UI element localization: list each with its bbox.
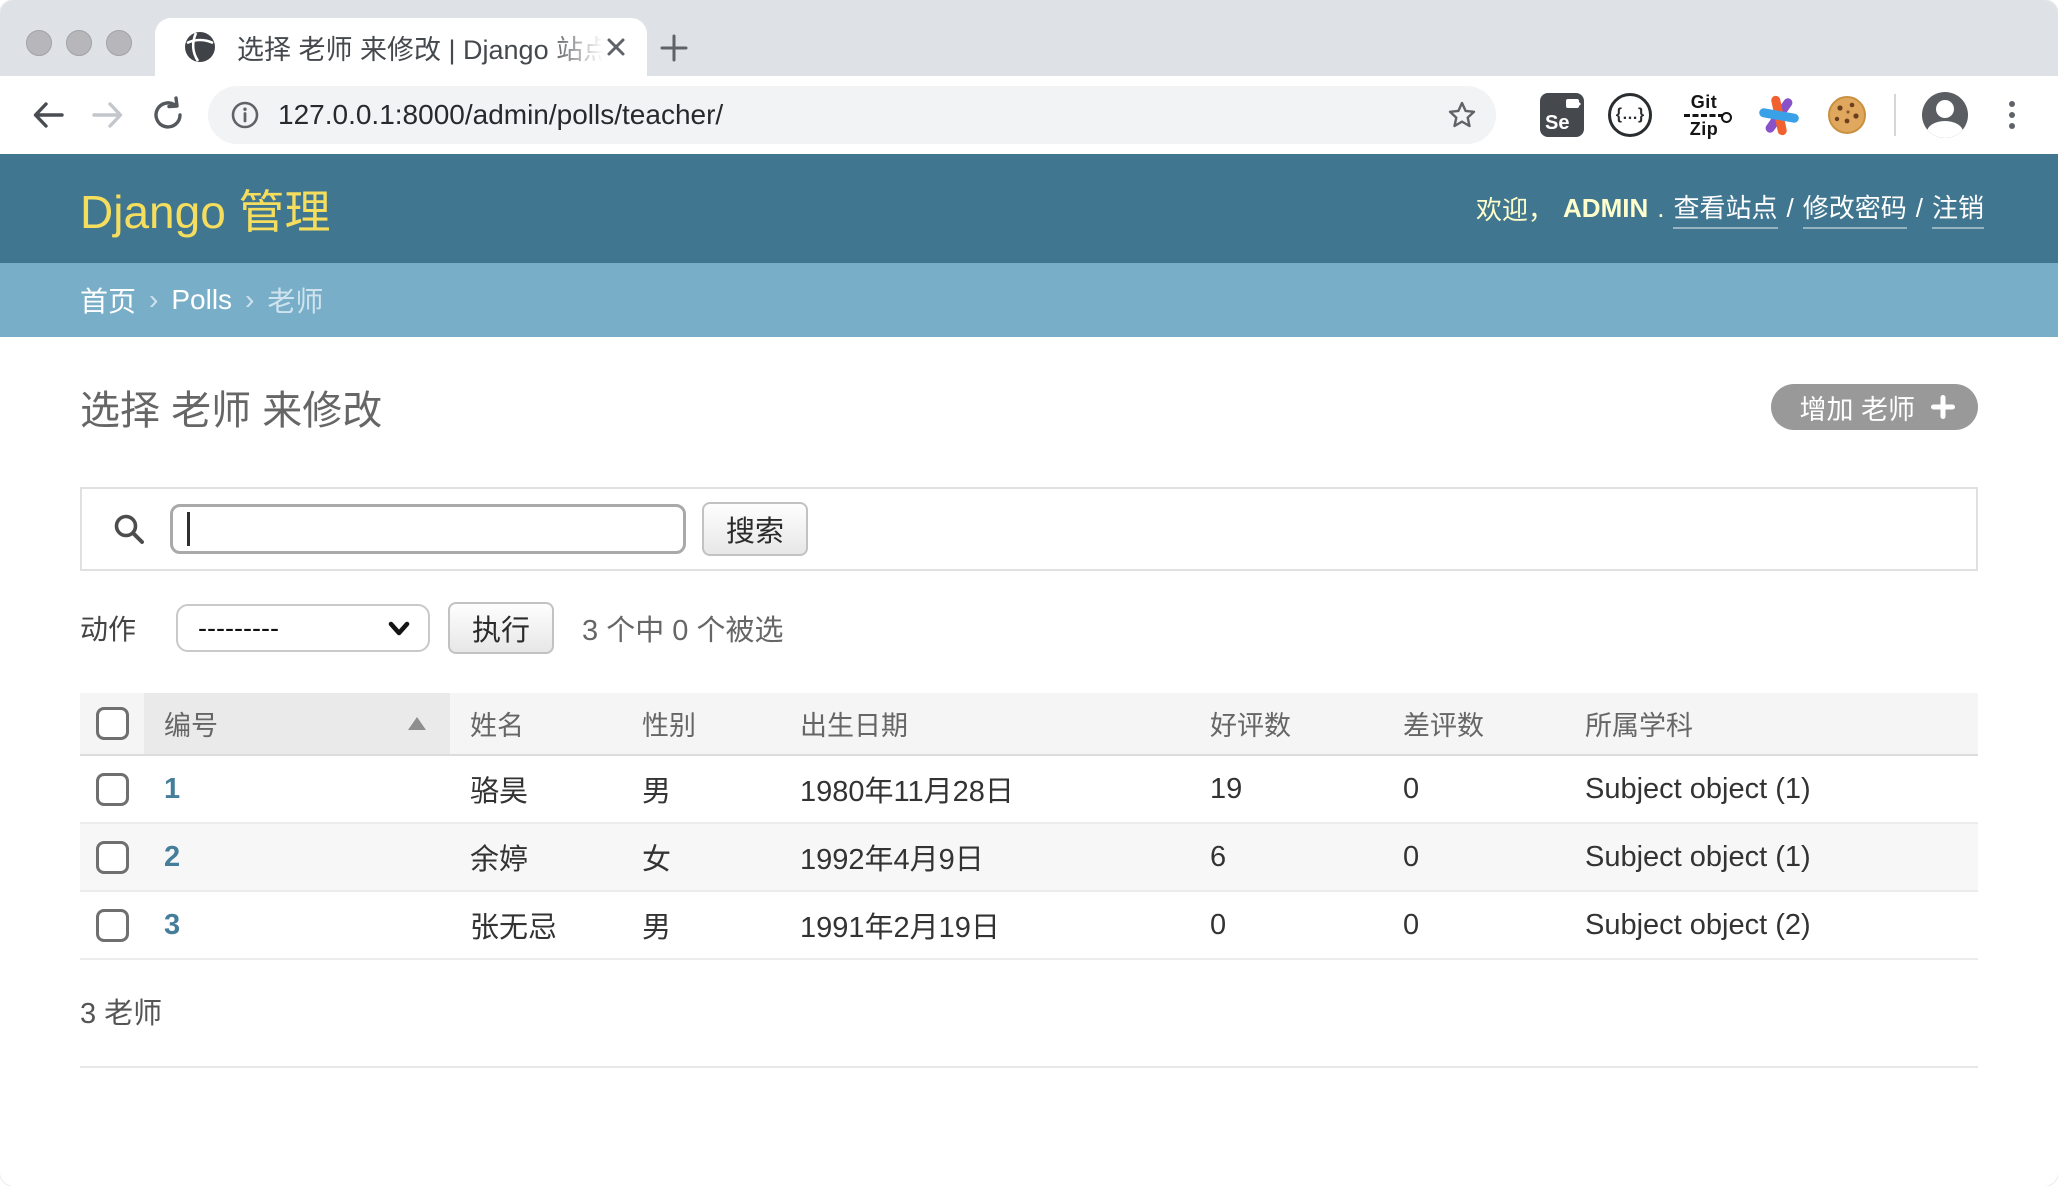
cell-good: 6: [1190, 823, 1383, 891]
teacher-id-link[interactable]: 2: [164, 841, 180, 873]
user-tools: 欢迎， ADMIN. 查看站点 / 修改密码 / 注销: [1476, 188, 1984, 229]
url-text: 127.0.0.1:8000/admin/polls/teacher/: [278, 99, 1446, 131]
traffic-lights: [26, 30, 132, 56]
table-row: 3 张无忌 男 1991年2月19日 0 0 Subject object (2…: [80, 891, 1978, 959]
cell-birthday: 1991年2月19日: [780, 891, 1190, 959]
tab-strip: 选择 老师 来修改 | Django 站点管: [0, 0, 2058, 76]
zipper-icon: [1684, 114, 1724, 117]
column-header-name: 姓名: [450, 693, 622, 755]
paginator-count: 3 老师: [80, 960, 1978, 1066]
cell-bad: 0: [1383, 755, 1565, 823]
logout-link[interactable]: 注销: [1932, 188, 1984, 229]
cell-gender: 男: [622, 755, 780, 823]
cell-good: 19: [1190, 755, 1383, 823]
site-brand[interactable]: Django 管理: [80, 176, 331, 242]
breadcrumb-current: 老师: [267, 280, 323, 320]
cell-subject: Subject object (2): [1565, 891, 1978, 959]
cell-subject: Subject object (1): [1565, 823, 1978, 891]
table-row: 1 骆昊 男 1980年11月28日 19 0 Subject object (…: [80, 755, 1978, 823]
column-header-birthday: 出生日期: [780, 693, 1190, 755]
column-header-bad: 差评数: [1383, 693, 1565, 755]
reload-icon[interactable]: [146, 93, 190, 137]
camera-icon: [1566, 99, 1579, 108]
select-all-checkbox[interactable]: [96, 707, 129, 740]
toolbar-divider: [1894, 94, 1896, 136]
tab-title: 选择 老师 来修改 | Django 站点管: [237, 28, 603, 67]
profile-avatar[interactable]: [1922, 92, 1968, 138]
add-teacher-button[interactable]: 增加 老师: [1771, 384, 1978, 430]
asterisk-extension-icon[interactable]: [1756, 92, 1802, 138]
cell-name: 余婷: [450, 823, 622, 891]
search-input[interactable]: [170, 504, 686, 554]
change-password-link[interactable]: 修改密码: [1803, 188, 1907, 229]
cell-gender: 女: [622, 823, 780, 891]
cell-bad: 0: [1383, 891, 1565, 959]
forward-icon[interactable]: [86, 93, 130, 137]
minimize-window-button[interactable]: [66, 30, 92, 56]
action-select[interactable]: ---------: [176, 604, 430, 652]
row-checkbox[interactable]: [96, 909, 129, 942]
breadcrumb: 首页 › Polls › 老师: [0, 263, 2058, 337]
chevron-down-icon: [386, 615, 412, 641]
close-window-button[interactable]: [26, 30, 52, 56]
column-header-good: 好评数: [1190, 693, 1383, 755]
cell-name: 骆昊: [450, 755, 622, 823]
actions-label: 动作: [80, 608, 136, 648]
search-bar: 搜索: [80, 487, 1978, 571]
browser-menu-icon[interactable]: [1992, 101, 2032, 129]
cookie-extension-icon[interactable]: [1826, 94, 1868, 136]
bookmark-star-icon[interactable]: [1446, 99, 1478, 131]
table-header-row: 编号 姓名 性别 出生日期 好评数 差评数 所属学科: [80, 693, 1978, 755]
view-site-link[interactable]: 查看站点: [1673, 188, 1777, 229]
actions-bar: 动作 --------- 执行 3 个中 0 个被选: [80, 603, 1978, 653]
changelist-content: 选择 老师 来修改 增加 老师 搜索 动作: [0, 381, 2058, 1068]
execute-action-button[interactable]: 执行: [448, 602, 554, 654]
sort-ascending-icon: [408, 717, 426, 730]
extension-icons: Se {…} Git Zip: [1516, 92, 1868, 138]
row-checkbox[interactable]: [96, 841, 129, 874]
selenium-extension-icon[interactable]: Se: [1540, 93, 1584, 137]
teacher-table: 编号 姓名 性别 出生日期 好评数 差评数 所属学科 1 骆昊: [80, 693, 1978, 960]
welcome-text: 欢迎，: [1476, 190, 1554, 227]
teacher-id-link[interactable]: 3: [164, 909, 180, 941]
table-row: 2 余婷 女 1992年4月9日 6 0 Subject object (1): [80, 823, 1978, 891]
cell-bad: 0: [1383, 823, 1565, 891]
breadcrumb-polls-link[interactable]: Polls: [171, 284, 232, 316]
back-icon[interactable]: [26, 93, 70, 137]
column-header-gender: 性别: [622, 693, 780, 755]
cell-subject: Subject object (1): [1565, 755, 1978, 823]
username: ADMIN: [1563, 193, 1648, 224]
column-header-id[interactable]: 编号: [144, 693, 450, 755]
cell-gender: 男: [622, 891, 780, 959]
page-title: 选择 老师 来修改: [80, 378, 382, 436]
cell-name: 张无忌: [450, 891, 622, 959]
maximize-window-button[interactable]: [106, 30, 132, 56]
search-button[interactable]: 搜索: [702, 502, 808, 556]
gitzip-extension-icon[interactable]: Git Zip: [1676, 93, 1732, 138]
search-icon: [112, 512, 146, 546]
selection-counter: 3 个中 0 个被选: [582, 607, 783, 649]
cell-birthday: 1992年4月9日: [780, 823, 1190, 891]
teacher-id-link[interactable]: 1: [164, 773, 180, 805]
browser-window: 选择 老师 来修改 | Django 站点管: [0, 0, 2058, 1186]
admin-header: Django 管理 欢迎， ADMIN. 查看站点 / 修改密码 / 注销: [0, 154, 2058, 263]
row-checkbox[interactable]: [96, 773, 129, 806]
json-viewer-extension-icon[interactable]: {…}: [1608, 93, 1652, 137]
url-bar[interactable]: 127.0.0.1:8000/admin/polls/teacher/: [208, 86, 1496, 144]
breadcrumb-home-link[interactable]: 首页: [80, 280, 136, 320]
column-header-subject: 所属学科: [1565, 693, 1978, 755]
footer-divider: [80, 1066, 1978, 1068]
cell-birthday: 1980年11月28日: [780, 755, 1190, 823]
text-caret: [187, 512, 190, 546]
tab-close-icon[interactable]: [603, 34, 629, 60]
cell-good: 0: [1190, 891, 1383, 959]
site-info-icon[interactable]: [230, 100, 260, 130]
globe-favicon-icon: [183, 30, 217, 64]
plus-icon: [1930, 394, 1956, 420]
browser-tab[interactable]: 选择 老师 来修改 | Django 站点管: [155, 18, 647, 76]
browser-toolbar: 127.0.0.1:8000/admin/polls/teacher/ Se {…: [0, 76, 2058, 154]
new-tab-button[interactable]: [652, 26, 696, 70]
